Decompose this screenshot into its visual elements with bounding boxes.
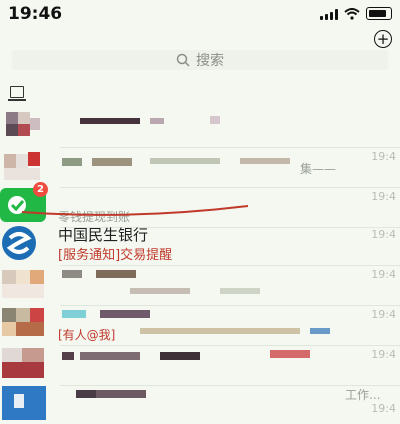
avatar <box>0 106 50 146</box>
blurred-text <box>92 158 132 166</box>
blurred-name <box>80 352 140 360</box>
message-time: 19:4 <box>371 268 396 281</box>
chat-row-bank[interactable]: 中国民生银行 [服务通知]交易提醒 19:4 <box>0 222 400 266</box>
message-time: 19:4 <box>371 308 396 321</box>
status-bar: 19:46 <box>0 0 400 28</box>
blurred-name <box>100 310 150 318</box>
blurred-name <box>96 390 146 398</box>
computer-icon <box>8 86 26 101</box>
message-time: 19:4 <box>371 402 396 415</box>
avatar <box>0 146 50 186</box>
message-preview: 集—— <box>300 162 337 176</box>
message-preview: 工作... <box>345 388 381 402</box>
wifi-icon <box>344 7 360 20</box>
blurred-name <box>96 270 136 278</box>
chat-row[interactable]: [有人@我] 19:4 <box>0 302 400 346</box>
blurred-text <box>310 328 330 334</box>
avatar <box>0 382 50 422</box>
blurred-text <box>240 158 290 164</box>
blurred-name <box>80 118 140 124</box>
blurred-name <box>76 390 96 398</box>
blurred-text <box>150 158 220 164</box>
status-icons <box>320 7 392 20</box>
message-time: 19:4 <box>371 348 396 361</box>
blurred-text <box>130 288 190 294</box>
header: + <box>0 28 400 50</box>
chat-row[interactable]: 工作... 19:4 <box>0 380 400 424</box>
pc-login-row[interactable] <box>0 82 400 102</box>
blurred-name <box>62 310 86 318</box>
chat-title: 中国民生银行 <box>58 226 149 244</box>
blurred-text <box>150 118 164 124</box>
search-icon <box>176 53 190 67</box>
red-underline-annotation <box>21 205 249 216</box>
unread-badge: 2 <box>33 182 48 197</box>
search-placeholder: 搜索 <box>196 53 224 69</box>
blurred-name <box>62 352 74 360</box>
add-button[interactable]: + <box>374 30 392 48</box>
message-preview: [服务通知]交易提醒 <box>58 248 173 263</box>
chat-row[interactable]: 19:4 <box>0 262 400 306</box>
avatar <box>0 264 50 304</box>
chat-row[interactable] <box>0 104 400 148</box>
signal-icon <box>320 8 338 20</box>
message-time: 19:4 <box>371 228 396 241</box>
message-time: 19:4 <box>371 150 396 163</box>
search-bar[interactable]: 搜索 <box>12 50 388 70</box>
blurred-text <box>210 116 220 124</box>
avatar <box>0 304 50 344</box>
blurred-text <box>220 288 260 294</box>
bank-logo-icon <box>2 226 36 260</box>
battery-icon <box>366 7 392 20</box>
blurred-text <box>62 158 82 166</box>
avatar <box>0 344 50 384</box>
blurred-name <box>62 270 82 278</box>
message-preview: [有人@我] <box>58 328 116 342</box>
blurred-name <box>160 352 200 360</box>
status-time: 19:46 <box>8 4 63 24</box>
message-time: 19:4 <box>371 190 396 203</box>
chat-row[interactable]: 集—— 19:4 <box>0 144 400 188</box>
blurred-text <box>270 350 310 358</box>
blurred-text <box>140 328 300 334</box>
